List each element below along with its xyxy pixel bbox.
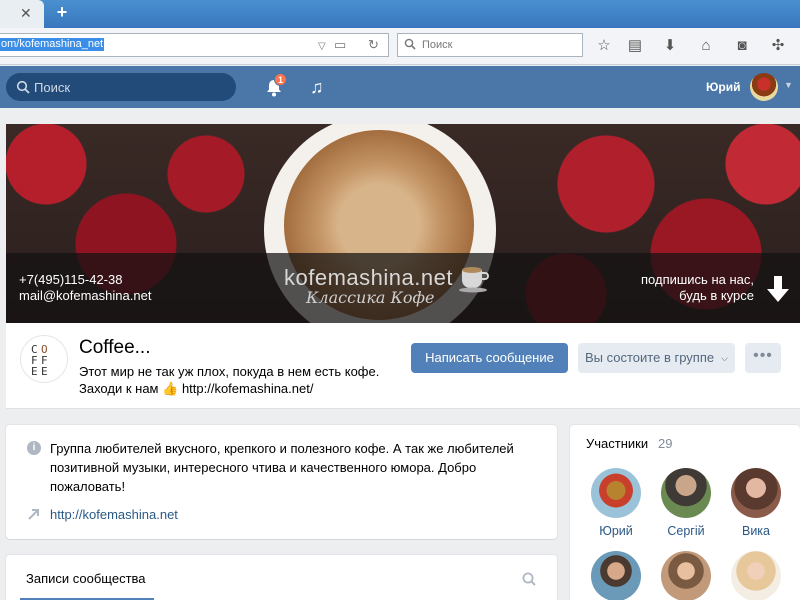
search-icon [404, 38, 416, 50]
avatar [661, 551, 711, 600]
page-title: Coffee... [79, 337, 151, 358]
member-name: Сергій [667, 524, 705, 538]
community-status: Этот мир не так уж плох, покуда в нем ес… [79, 363, 399, 397]
community-cover: +7(495)115-42-38 mail@kofemashina.net ko… [6, 124, 800, 323]
plus-icon[interactable]: + [52, 2, 72, 22]
member-item[interactable]: Юрий [586, 468, 646, 538]
home-icon[interactable]: ⌂ [696, 36, 716, 56]
cover-contacts: +7(495)115-42-38 mail@kofemashina.net [19, 272, 151, 304]
cover-subscribe-line1: подпишись на нас, [641, 272, 754, 287]
status-link[interactable]: http://kofemashina.net/ [182, 381, 314, 396]
cover-email: mail@kofemashina.net [19, 288, 152, 303]
close-icon[interactable]: ✕ [20, 6, 32, 20]
member-item[interactable] [726, 551, 786, 600]
avatar[interactable] [750, 73, 778, 101]
status-line: Этот мир не так уж плох, покуда в нем ес… [79, 364, 380, 379]
notification-badge: 1 [274, 73, 287, 86]
member-item[interactable] [656, 551, 716, 600]
community-header: C O F F E E Coffee... Этот мир не так уж… [6, 323, 800, 409]
search-placeholder: Поиск [422, 39, 453, 51]
site-search-input[interactable]: Поиск [6, 73, 236, 101]
avatar [591, 468, 641, 518]
avatar [661, 468, 711, 518]
thumbs-up-icon: 👍 [162, 381, 179, 396]
more-actions-button[interactable]: ••• [745, 343, 781, 373]
clipboard-icon[interactable]: ▤ [625, 36, 645, 56]
arrow-down-icon [767, 276, 789, 302]
address-bar[interactable]: om/kofemashina_net ▽ ▭ ↻ [0, 33, 389, 57]
membership-label: Вы состоите в группе [585, 350, 715, 365]
member-name: Юрий [599, 524, 633, 538]
send-message-button[interactable]: Написать сообщение [411, 343, 568, 373]
community-avatar[interactable]: C O F F E E [20, 335, 68, 383]
info-icon: i [27, 441, 41, 455]
browser-tab[interactable]: ✕ [0, 0, 44, 28]
browser-search-field[interactable]: Поиск [397, 33, 583, 57]
chevron-down-icon[interactable]: ▼ [784, 80, 793, 90]
members-card: Участники 29 Юрий Сергій Вика [570, 425, 800, 600]
link-arrow-icon [28, 509, 39, 520]
avatar-letter: E [31, 365, 38, 378]
avatar [731, 551, 781, 600]
avatar [731, 468, 781, 518]
members-title[interactable]: Участники [586, 436, 648, 451]
avatar-letter: E [41, 365, 48, 378]
cup-logo-icon [459, 267, 489, 293]
pocket-icon[interactable]: ◙ [732, 36, 752, 56]
browser-toolbar: om/kofemashina_net ▽ ▭ ↻ Поиск ☆ ▤ ⬇ ⌂ ◙… [0, 28, 800, 65]
tab-community-posts[interactable]: Записи сообщества [26, 571, 146, 586]
extension-icon[interactable]: ✣ [768, 36, 788, 56]
chevron-down-icon: ⌵ [721, 353, 728, 363]
member-item[interactable]: Вика [726, 468, 786, 538]
cover-slogan: Классика Кофе [306, 288, 435, 307]
community-info-card: i Группа любителей вкусного, крепкого и … [6, 425, 557, 539]
cover-subscribe-text: подпишись на нас, будь в курсе [606, 272, 754, 304]
membership-button[interactable]: Вы состоите в группе ⌵ [578, 343, 735, 373]
website-link[interactable]: http://kofemashina.net [50, 507, 178, 522]
status-line-2: Заходи к нам 👍 http://kofemashina.net/ [79, 380, 399, 397]
member-item[interactable]: Сергій [656, 468, 716, 538]
search-icon [16, 80, 30, 94]
cover-phone: +7(495)115-42-38 [19, 272, 123, 287]
reader-view-icon[interactable]: ▭ [334, 37, 346, 53]
search-placeholder: Поиск [34, 80, 71, 95]
posts-card: Записи сообщества [6, 555, 557, 600]
url-text[interactable]: om/kofemashina_net [0, 38, 105, 51]
browser-tab-bar: ✕ + [0, 0, 800, 28]
members-count: 29 [658, 436, 673, 451]
user-name[interactable]: Юрий [706, 80, 740, 94]
music-icon[interactable]: ♫ [310, 78, 324, 96]
download-icon[interactable]: ⬇ [660, 36, 680, 56]
star-icon[interactable]: ☆ [594, 36, 614, 56]
community-description: Группа любителей вкусного, крепкого и по… [50, 441, 514, 494]
cover-subscribe-line2: будь в курсе [679, 288, 754, 303]
status-prefix: Заходи к нам [79, 381, 159, 396]
search-icon[interactable] [521, 571, 537, 587]
member-name: Вика [741, 524, 770, 538]
reload-icon[interactable]: ↻ [368, 37, 379, 53]
dropdown-icon[interactable]: ▽ [318, 39, 326, 55]
member-item[interactable] [586, 551, 646, 600]
avatar [591, 551, 641, 600]
site-header: Поиск 1 ♫ Юрий ▼ [0, 66, 800, 108]
